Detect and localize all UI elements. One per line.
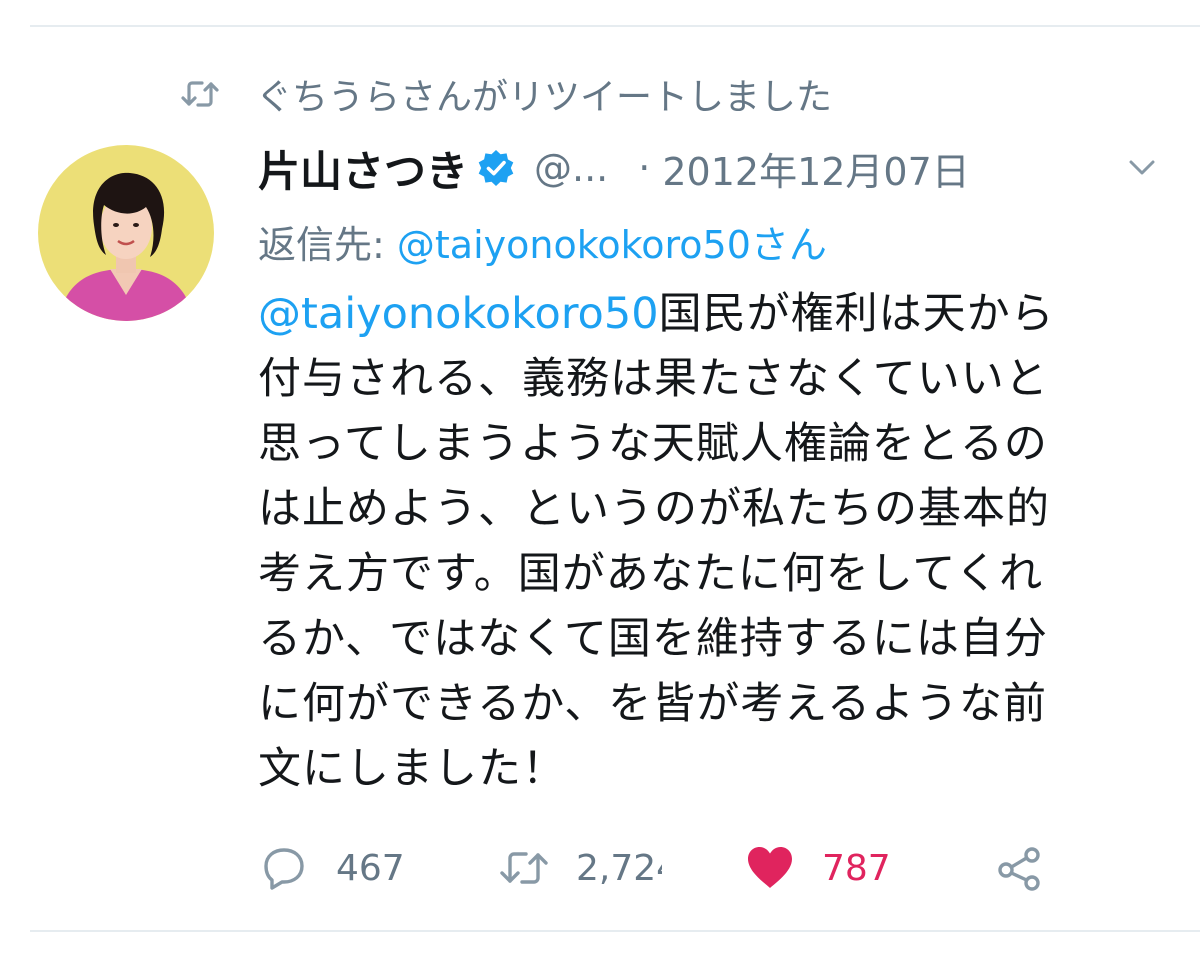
chevron-down-icon[interactable]	[1122, 148, 1162, 188]
avatar[interactable]	[38, 145, 214, 321]
like-count: 787	[822, 847, 891, 889]
share-icon	[994, 842, 1046, 894]
reply-to-handle: @taiyonokokoro50	[396, 223, 751, 267]
tweet-line-5: 考え方です。国があなたに何をしてくれ	[258, 549, 1044, 599]
tweet-line-2: 付与される、義務は果たさなくていいと	[258, 354, 1049, 404]
tweet-header: 片山さつき @... · 2012年12月07日	[258, 138, 1158, 198]
separator-dot: ·	[638, 146, 651, 190]
top-divider	[30, 25, 1200, 27]
tweet-line-1-text: 国民が権利は天から	[658, 289, 1055, 339]
retweet-context-text: ぐちうらさんがリツイートしました	[256, 77, 833, 118]
tweet-line-1: @taiyonokokoro50国民が権利は天から	[258, 282, 1158, 347]
verified-badge-icon	[476, 147, 518, 189]
reply-to-suffix: さん	[750, 223, 827, 267]
reply-to-prefix: 返信先:	[258, 223, 397, 267]
share-button[interactable]	[994, 838, 1046, 898]
retweet-context[interactable]: ぐちうらさんがリツイートしました	[178, 66, 832, 122]
tweet-line-4: は止めよう、というのが私たちの基本的	[258, 484, 1050, 534]
tweet-line-8: 文にしました！	[258, 744, 566, 794]
tweet-text: @taiyonokokoro50国民が権利は天から 付与される、義務は果たさなく…	[258, 282, 1158, 802]
author-name[interactable]: 片山さつき	[258, 138, 468, 199]
reply-button[interactable]: 467	[258, 838, 405, 898]
tweet-line-3: 思ってしまうような天賦人権論をとるの	[258, 419, 1048, 469]
reply-to-handle-link[interactable]: @taiyonokokoro50さん	[397, 223, 827, 267]
reply-icon	[258, 842, 310, 894]
mention-link[interactable]: @taiyonokokoro50	[258, 289, 659, 339]
tweet-page: ぐちうらさんがリツイートしました 片山さつき @... · 2012年12月07…	[0, 0, 1200, 953]
reply-count: 467	[336, 847, 405, 889]
bottom-divider	[30, 930, 1200, 932]
retweet-icon	[498, 842, 550, 894]
like-button[interactable]: 787	[744, 838, 891, 898]
retweet-count: 2,724	[576, 847, 662, 889]
heart-icon	[744, 842, 796, 894]
retweet-icon	[178, 72, 222, 116]
retweet-button[interactable]: 2,724	[498, 838, 662, 898]
action-bar: 467 2,724 787	[258, 838, 1098, 898]
tweet-line-6: るか、ではなくて国を維持するには自分	[258, 614, 1048, 664]
tweet-date[interactable]: 2012年12月07日	[662, 141, 969, 196]
tweet-line-7: に何ができるか、を皆が考えるような前	[258, 679, 1047, 729]
reply-to: 返信先: @taiyonokokoro50さん	[258, 214, 827, 269]
author-handle[interactable]: @...	[534, 146, 608, 190]
